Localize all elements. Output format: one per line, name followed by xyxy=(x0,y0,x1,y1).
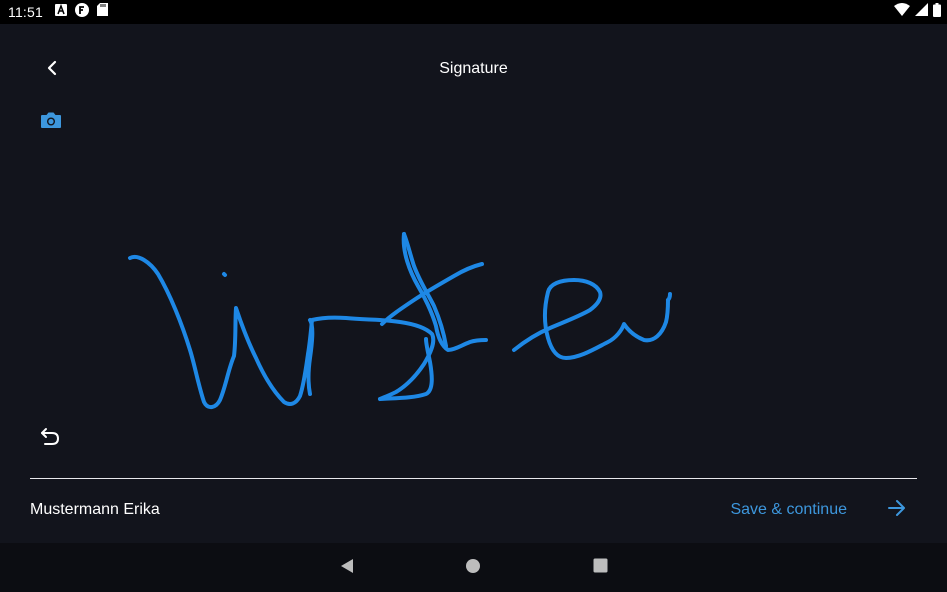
notification-f-icon xyxy=(75,2,89,22)
wifi-icon xyxy=(894,3,910,21)
camera-button[interactable] xyxy=(38,110,64,134)
status-bar: 11:51 xyxy=(0,0,947,24)
undo-button[interactable] xyxy=(36,424,64,452)
system-navigation-bar xyxy=(0,543,947,592)
arrow-right-icon xyxy=(887,499,907,522)
signature-stroke xyxy=(128,232,672,409)
status-time: 11:51 xyxy=(8,4,43,20)
signature-screen: Signature Mustermann Erika Save & contin… xyxy=(0,24,947,543)
recents-square-icon xyxy=(593,558,608,578)
divider xyxy=(30,478,917,479)
status-system-icons xyxy=(894,0,941,24)
sd-card-icon xyxy=(97,3,108,21)
signature-pad[interactable] xyxy=(30,144,917,434)
notification-a-icon xyxy=(55,3,67,21)
signal-icon xyxy=(915,3,928,21)
nav-recents-button[interactable] xyxy=(589,557,611,579)
save-continue-label: Save & continue xyxy=(730,501,847,518)
nav-home-button[interactable] xyxy=(462,557,484,579)
save-continue-button[interactable]: Save & continue xyxy=(730,496,907,524)
back-triangle-icon xyxy=(339,558,355,579)
undo-icon xyxy=(39,425,61,452)
camera-icon xyxy=(40,111,62,134)
status-notifications xyxy=(55,2,108,22)
page-title: Signature xyxy=(439,60,508,77)
nav-back-button[interactable] xyxy=(336,557,358,579)
signer-name: Mustermann Erika xyxy=(30,501,160,518)
battery-icon xyxy=(933,2,941,22)
home-circle-icon xyxy=(465,558,481,579)
